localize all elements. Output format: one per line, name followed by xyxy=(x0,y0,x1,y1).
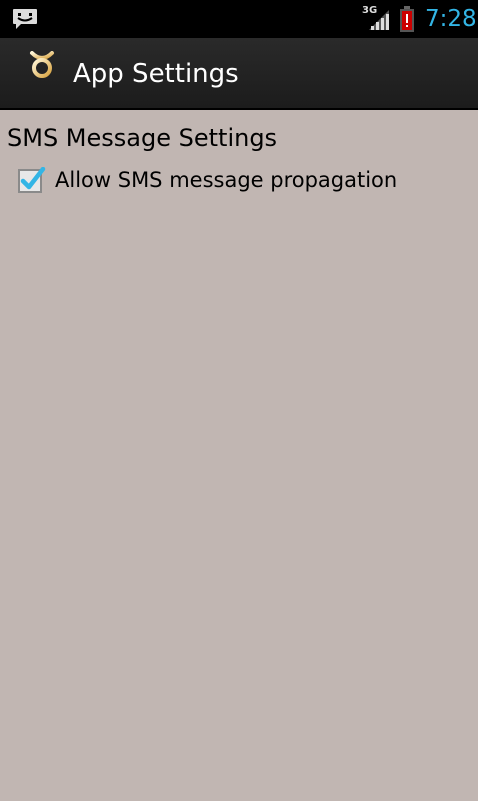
mercury-symbol-icon[interactable] xyxy=(26,51,58,99)
status-bar: 3G 7:28 xyxy=(0,0,478,38)
allow-sms-propagation-label: Allow SMS message propagation xyxy=(55,168,398,192)
status-clock: 7:28 xyxy=(425,6,477,32)
preference-category-title: SMS Message Settings xyxy=(7,124,278,152)
allow-sms-propagation-checkbox[interactable] xyxy=(18,166,46,193)
pref-allow-sms-propagation[interactable]: Allow SMS message propagation xyxy=(0,161,478,201)
sms-notification-icon xyxy=(12,8,38,34)
battery-alert-icon xyxy=(398,6,416,36)
signal-strength-icon xyxy=(367,8,391,34)
action-bar-title: App Settings xyxy=(73,59,239,89)
action-bar-divider xyxy=(0,108,478,110)
action-bar: App Settings xyxy=(0,38,478,108)
